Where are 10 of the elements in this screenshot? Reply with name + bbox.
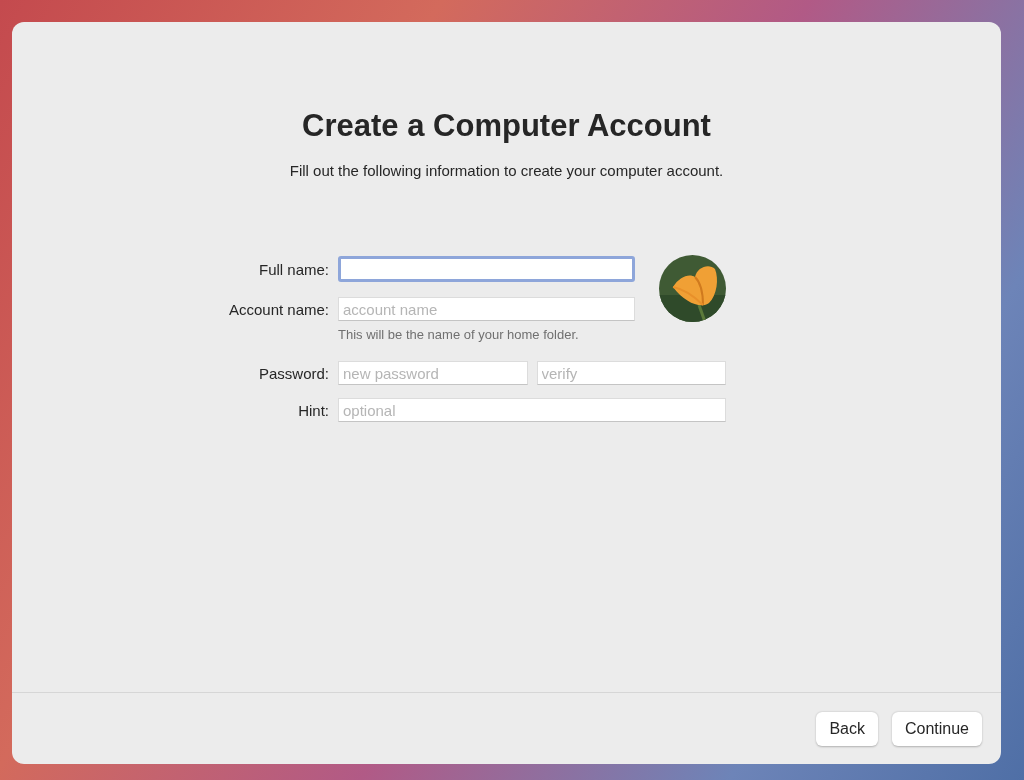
dialog-button[interactable]: Back [816, 711, 878, 746]
dialog-button[interactable]: Continue [891, 711, 982, 746]
field-label: Full name: [257, 260, 330, 278]
text-field[interactable] [338, 256, 635, 282]
window-title: Create a Computer Account [302, 108, 711, 144]
help-text: This will be the name of your home folder. [338, 327, 580, 342]
field-label: Account name: [227, 300, 330, 318]
field-label: Hint: [297, 401, 330, 419]
field-label: Password: [257, 364, 330, 382]
subtitle: Fill out the following information to create your computer account. [289, 162, 724, 179]
